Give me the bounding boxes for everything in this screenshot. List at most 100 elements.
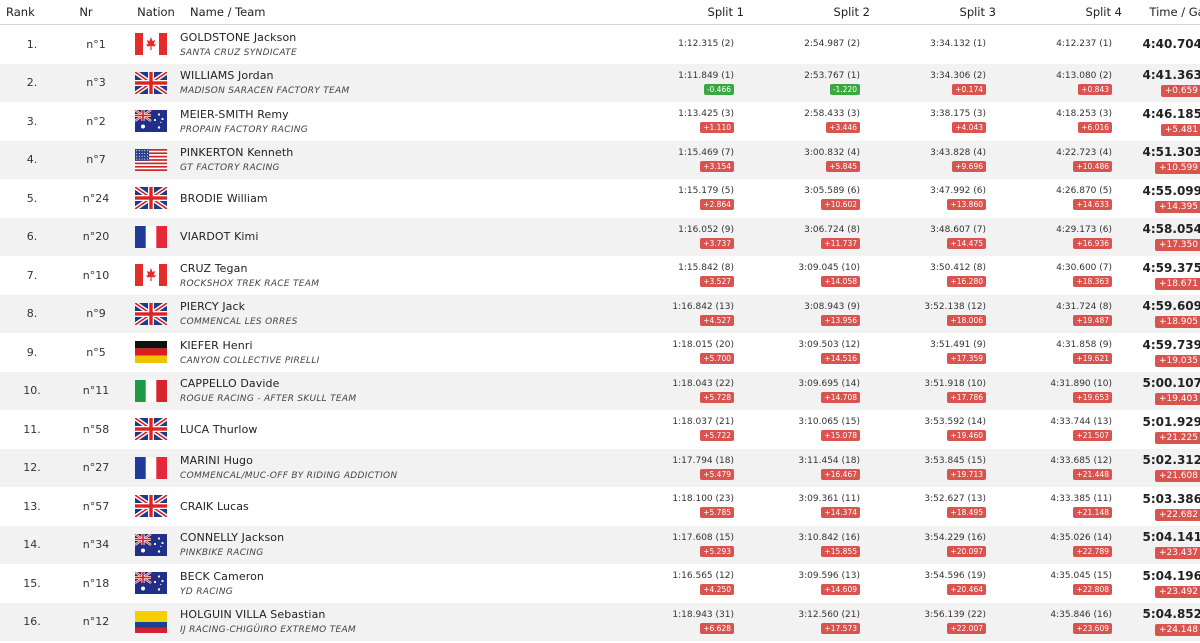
rider-name[interactable]: GOLDSTONE Jackson xyxy=(180,31,608,44)
bib-number: n°58 xyxy=(82,422,110,436)
split-1-cell: 1:18.043 (22) +5.728 xyxy=(608,379,734,403)
table-row[interactable]: 11. n°58 LUCA Thurlow 1:18.037 (21) +5.722 3:… xyxy=(0,410,1200,449)
rider-name[interactable]: PINKERTON Kenneth xyxy=(180,146,608,159)
split-time: 4:35.045 (15) xyxy=(1050,571,1112,582)
split-time: 1:18.043 (22) xyxy=(672,378,734,389)
split-time: 4:12.237 (1) xyxy=(1056,39,1112,50)
split-gap-badge: +5.722 xyxy=(700,430,734,442)
total-gap-badge: +14.395 xyxy=(1154,200,1200,213)
header-nr[interactable]: Nr xyxy=(44,5,128,19)
rank-cell: 6. xyxy=(26,230,38,244)
split-gap-badge: +17.359 xyxy=(947,353,986,365)
rider-name[interactable]: CAPPELLO Davide xyxy=(180,377,608,390)
rider-cell: PIERCY Jack COMMENCAL LES ORRES xyxy=(174,300,608,327)
split-time: 1:18.943 (31) xyxy=(672,609,734,620)
split-time: 3:56.139 (22) xyxy=(924,609,986,620)
time-cell: 5:04.852 +24.148 xyxy=(1112,607,1200,637)
rider-name[interactable]: LUCA Thurlow xyxy=(180,423,608,436)
rider-cell: HOLGUIN VILLA Sebastian IJ RACING-CHIGÜIR… xyxy=(174,608,608,635)
header-time-gap[interactable]: Time / Gap xyxy=(1122,5,1200,19)
split-3-cell: 3:56.139 (22) +22.007 xyxy=(860,610,986,634)
rider-name[interactable]: CONNELLY Jackson xyxy=(180,531,608,544)
header-split-2[interactable]: Split 2 xyxy=(744,5,870,19)
australia-flag-icon xyxy=(128,572,174,595)
split-time: 3:34.306 (2) xyxy=(930,70,986,81)
split-gap-badge: +16.936 xyxy=(1073,237,1112,249)
split-3-cell: 3:53.592 (14) +19.460 xyxy=(860,417,986,442)
rider-name[interactable]: CRAIK Lucas xyxy=(180,500,608,513)
split-gap-badge: +16.280 xyxy=(947,276,986,288)
rider-cell: LUCA Thurlow xyxy=(174,423,608,436)
header-split-3[interactable]: Split 3 xyxy=(870,5,996,19)
split-4-cell: 4:13.080 (2) +0.843 xyxy=(986,71,1112,95)
team-name: ROGUE RACING - AFTER SKULL TEAM xyxy=(180,394,357,405)
results-table: Rank Nr Nation Name / Team Split 1 Split… xyxy=(0,0,1200,641)
split-time: 1:16.565 (12) xyxy=(672,571,734,582)
table-row[interactable]: 10. n°11 CAPPELLO Davide ROGUE RACING - AFT… xyxy=(0,371,1200,410)
table-row[interactable]: 6. n°20 VIARDOT Kimi 1:16.052 (9) +3.737 3:06… xyxy=(0,217,1200,256)
split-time: 3:12.560 (21) xyxy=(798,609,860,620)
total-gap-badge: +5.481 xyxy=(1160,123,1200,136)
rider-name[interactable]: HOLGUIN VILLA Sebastian xyxy=(180,608,608,621)
rider-name[interactable]: MARINI Hugo xyxy=(180,454,608,467)
rider-name[interactable]: MEIER-SMITH Remy xyxy=(180,108,608,121)
split-2-cell: 3:10.842 (16) +15.855 xyxy=(734,533,860,557)
rider-name[interactable]: VIARDOT Kimi xyxy=(180,230,608,243)
bib-number: n°7 xyxy=(86,153,106,167)
table-row[interactable]: 16. n°12 HOLGUIN VILLA Sebastian IJ RACING-… xyxy=(0,602,1200,641)
table-row[interactable]: 4. n°7 PINKERTON Kenneth GT FACTORY RACING 1… xyxy=(0,140,1200,179)
table-row[interactable]: 3. n°2 MEIER-SMITH Remy PROPAIN FACTORY RAC… xyxy=(0,102,1200,141)
total-gap-badge: +23.492 xyxy=(1154,585,1200,598)
split-time: 3:50.412 (8) xyxy=(930,263,986,274)
australia-flag-icon xyxy=(128,110,174,133)
header-split-4[interactable]: Split 4 xyxy=(996,5,1122,19)
total-time: 4:59.739 xyxy=(1142,337,1200,352)
header-split-1[interactable]: Split 1 xyxy=(618,5,744,19)
split-gap-badge: +20.464 xyxy=(947,584,986,596)
split-3-cell: 3:54.229 (16) +20.097 xyxy=(860,533,986,557)
table-row[interactable]: 9. n°5 KIEFER Henri CANYON COLLECTIVE PIREL… xyxy=(0,333,1200,372)
split-gap-badge: +0.174 xyxy=(952,83,986,95)
uk-flag-icon xyxy=(128,71,174,94)
table-row[interactable]: 14. n°34 CONNELLY Jackson PINKBIKE RACING 1:… xyxy=(0,525,1200,564)
header-name-team[interactable]: Name / Team xyxy=(184,5,618,19)
split-gap-badge: +18.363 xyxy=(1073,276,1112,288)
time-cell: 4:46.185 +5.481 xyxy=(1112,107,1200,136)
split-gap-badge: +19.460 xyxy=(947,430,986,442)
split-4-cell: 4:31.858 (9) +19.621 xyxy=(986,340,1112,365)
split-time: 3:10.065 (15) xyxy=(798,417,860,428)
table-row[interactable]: 5. n°24 BRODIE William 1:15.179 (5) +2.864 3:… xyxy=(0,179,1200,218)
split-gap-badge: +19.713 xyxy=(947,468,986,480)
team-name: SANTA CRUZ SYNDICATE xyxy=(180,47,297,58)
split-2-cell: 2:58.433 (3) +3.446 xyxy=(734,109,860,134)
table-row[interactable]: 12. n°27 MARINI Hugo COMMENCAL/MUC-OFF BY R… xyxy=(0,448,1200,487)
rider-name[interactable]: CRUZ Tegan xyxy=(180,262,608,275)
split-time: 1:15.469 (7) xyxy=(678,147,734,158)
total-gap-badge: +17.350 xyxy=(1154,239,1200,252)
table-row[interactable]: 15. n°18 BECK Cameron YD RACING 1:16.565 (12… xyxy=(0,564,1200,603)
header-rank[interactable]: Rank xyxy=(0,5,44,19)
split-time: 3:34.132 (1) xyxy=(930,39,986,50)
france-flag-icon xyxy=(128,456,174,479)
bib-number: n°57 xyxy=(82,499,110,513)
split-gap-badge: +19.653 xyxy=(1073,391,1112,403)
total-time: 5:02.312 xyxy=(1142,453,1200,468)
table-row[interactable]: 2. n°3 WILLIAMS Jordan MADISON SARACEN FACT… xyxy=(0,63,1200,102)
rider-name[interactable]: BRODIE William xyxy=(180,192,608,205)
rider-name[interactable]: PIERCY Jack xyxy=(180,300,608,313)
bib-number: n°27 xyxy=(82,461,110,475)
team-name: PINKBIKE RACING xyxy=(180,548,264,559)
bib-number: n°9 xyxy=(86,307,106,321)
split-1-cell: 1:17.794 (18) +5.479 xyxy=(608,456,734,480)
table-row[interactable]: 7. n°10 CRUZ Tegan ROCKSHOX TREK RACE TEAM 1… xyxy=(0,256,1200,295)
split-time: 3:53.845 (15) xyxy=(924,455,986,466)
rider-name[interactable]: KIEFER Henri xyxy=(180,339,608,352)
table-row[interactable]: 1. n°1 GOLDSTONE Jackson SANTA CRUZ SYNDICA… xyxy=(0,25,1200,64)
uk-flag-icon xyxy=(128,187,174,210)
table-row[interactable]: 8. n°9 PIERCY Jack COMMENCAL LES ORRES 1:16.… xyxy=(0,294,1200,333)
header-nation[interactable]: Nation xyxy=(128,5,184,19)
rider-name[interactable]: WILLIAMS Jordan xyxy=(180,69,608,82)
table-row[interactable]: 13. n°57 CRAIK Lucas 1:18.100 (23) +5.785 3:0… xyxy=(0,487,1200,526)
rank-cell: 12. xyxy=(23,461,41,475)
rider-name[interactable]: BECK Cameron xyxy=(180,570,608,583)
